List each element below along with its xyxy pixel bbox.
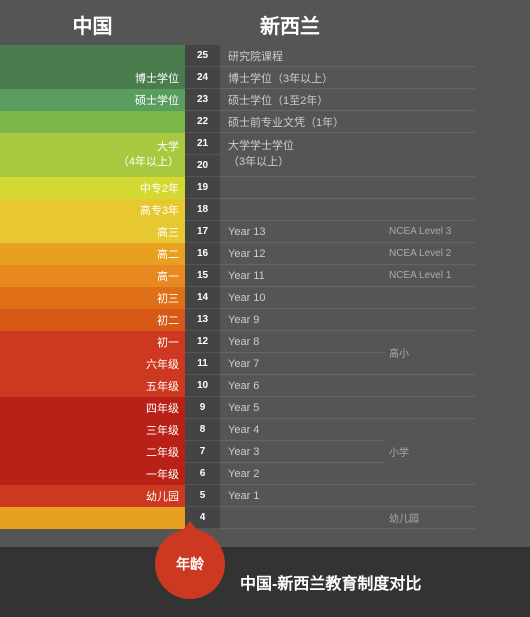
china-row-11: 六年级: [0, 353, 185, 375]
china-header-label: 中国: [0, 10, 185, 39]
nz-row-19: [220, 177, 385, 199]
ncea-16: NCEA Level 2: [385, 243, 475, 265]
num-6: 6: [185, 463, 220, 485]
nz-header-label: 新西兰: [220, 10, 530, 39]
num-19: 19: [185, 177, 220, 199]
num-12: 12: [185, 331, 220, 353]
num-22: 22: [185, 111, 220, 133]
num-25: 25: [185, 45, 220, 67]
age-circle: 年龄: [155, 529, 225, 599]
num-5: 5: [185, 485, 220, 507]
age-label: 年龄: [176, 554, 204, 574]
ncea-21-20: [385, 133, 475, 177]
nz-row-13: Year 9: [220, 309, 385, 331]
nz-row-15: Year 11: [220, 265, 385, 287]
nz-row-6: Year 2: [220, 463, 385, 485]
ncea-5: [385, 485, 475, 507]
nz-row-10: Year 6: [220, 375, 385, 397]
num-14: 14: [185, 287, 220, 309]
nz-area: 研究院课程 博士学位（3年以上） 硕士学位（1至2年） 硕士前专业文凭（1年） …: [220, 45, 530, 529]
china-row-16: 高二: [0, 243, 185, 265]
china-row-18: 高专3年: [0, 199, 185, 221]
num-8: 8: [185, 419, 220, 441]
china-row-9: 四年级: [0, 397, 185, 419]
china-row-4: [0, 507, 185, 529]
nz-row-24: 博士学位（3年以上）: [220, 67, 385, 89]
china-row-12: 初一: [0, 331, 185, 353]
china-row-17: 高三: [0, 221, 185, 243]
num-15: 15: [185, 265, 220, 287]
main-container: 中国 新西兰 博士学位 硕士学位 大学（4年以上） 中专2年 高专3年 高三 高…: [0, 0, 530, 617]
china-row-22: [0, 111, 185, 133]
nz-row-16: Year 12: [220, 243, 385, 265]
china-row-8: 三年级: [0, 419, 185, 441]
ncea-13: [385, 309, 475, 331]
ncea-23: [385, 89, 475, 111]
num-13: 13: [185, 309, 220, 331]
nz-row-8: Year 4: [220, 419, 385, 441]
china-column: 博士学位 硕士学位 大学（4年以上） 中专2年 高专3年 高三 高二 高一 初三…: [0, 45, 185, 529]
china-row-21-20: 大学（4年以上）: [0, 133, 185, 177]
ncea-10: [385, 375, 475, 397]
num-9: 9: [185, 397, 220, 419]
china-row-7: 二年级: [0, 441, 185, 463]
china-row-10: 五年级: [0, 375, 185, 397]
num-20: 20: [185, 155, 220, 177]
nz-row-5: Year 1: [220, 485, 385, 507]
ncea-4: 幼儿园: [385, 507, 475, 529]
nz-row-7: Year 3: [220, 441, 385, 463]
ncea-19: [385, 177, 475, 199]
ncea-8-6: 小学: [385, 419, 475, 485]
nz-row-12: Year 8: [220, 331, 385, 353]
china-row-23: 硕士学位: [0, 89, 185, 111]
num-21: 21: [185, 133, 220, 155]
num-10: 10: [185, 375, 220, 397]
nz-row-17: Year 13: [220, 221, 385, 243]
header: 中国 新西兰: [0, 0, 530, 45]
china-row-6: 一年级: [0, 463, 185, 485]
comparison-title: 中国-新西兰教育制度对比: [240, 570, 421, 594]
china-row-5: 幼儿园: [0, 485, 185, 507]
nz-row-18: [220, 199, 385, 221]
ncea-25: [385, 45, 475, 67]
number-column: 25 24 23 22 21 20 19 18 17 16 15 14 13 1…: [185, 45, 220, 529]
china-row-24: 博士学位: [0, 67, 185, 89]
china-row-14: 初三: [0, 287, 185, 309]
ncea-24: [385, 67, 475, 89]
ncea-12-11: 高小: [385, 331, 475, 375]
num-11: 11: [185, 353, 220, 375]
num-24: 24: [185, 67, 220, 89]
ncea-22: [385, 111, 475, 133]
china-row-13: 初二: [0, 309, 185, 331]
ncea-14: [385, 287, 475, 309]
china-row-19: 中专2年: [0, 177, 185, 199]
nz-row-23: 硕士学位（1至2年）: [220, 89, 385, 111]
nz-row-4: [220, 507, 385, 529]
nz-row-22: 硕士前专业文凭（1年）: [220, 111, 385, 133]
nz-row-9: Year 5: [220, 397, 385, 419]
china-row-15: 高一: [0, 265, 185, 287]
nz-row-11: Year 7: [220, 353, 385, 375]
ncea-18: [385, 199, 475, 221]
ncea-9: [385, 397, 475, 419]
nz-row-14: Year 10: [220, 287, 385, 309]
nz-row-21-20: 大学学士学位（3年以上）: [220, 133, 385, 177]
nz-main-column: 研究院课程 博士学位（3年以上） 硕士学位（1至2年） 硕士前专业文凭（1年） …: [220, 45, 385, 529]
num-7: 7: [185, 441, 220, 463]
nz-row-25: 研究院课程: [220, 45, 385, 67]
china-row-25: [0, 45, 185, 67]
ncea-column: NCEA Level 3 NCEA Level 2 NCEA Level 1 高…: [385, 45, 475, 529]
footer-bar: 年龄 中国-新西兰教育制度对比: [0, 547, 530, 617]
num-23: 23: [185, 89, 220, 111]
num-16: 16: [185, 243, 220, 265]
num-17: 17: [185, 221, 220, 243]
comparison-table: 博士学位 硕士学位 大学（4年以上） 中专2年 高专3年 高三 高二 高一 初三…: [0, 45, 530, 529]
ncea-15: NCEA Level 1: [385, 265, 475, 287]
num-18: 18: [185, 199, 220, 221]
ncea-17: NCEA Level 3: [385, 221, 475, 243]
